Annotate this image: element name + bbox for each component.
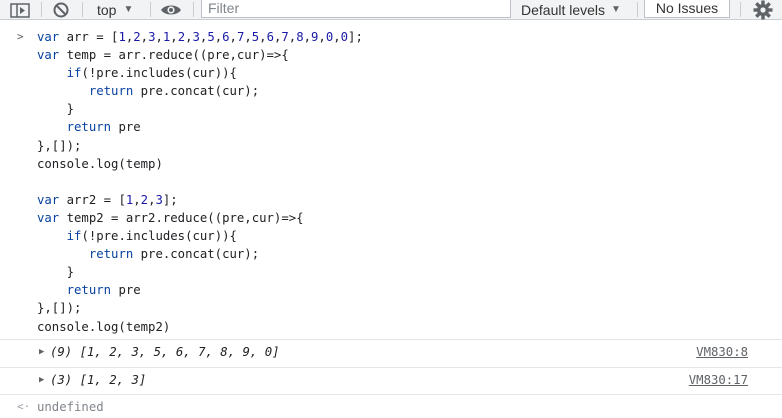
array-length: (9) [50, 345, 73, 359]
filter-placeholder: Filter [208, 0, 240, 16]
levels-label: Default levels [521, 1, 606, 18]
context-selector[interactable]: top ▼ [86, 0, 133, 19]
console-toolbar: top ▼ Filter Default levels ▼ No Issues [0, 0, 782, 20]
return-arrow-icon: <· [17, 400, 31, 413]
array-values: [1, 2, 3] [79, 373, 147, 387]
expand-triangle-icon[interactable]: ▶ [39, 375, 44, 385]
context-label: top [97, 1, 117, 18]
issues-label: No Issues [655, 0, 719, 16]
input-prompt-icon: > [17, 30, 24, 43]
chevron-down-icon: ▼ [611, 4, 621, 15]
return-value: undefined [37, 400, 104, 414]
show-sidebar-icon[interactable] [9, 0, 31, 19]
expand-triangle-icon[interactable]: ▶ [39, 347, 44, 357]
live-expression-eye-icon[interactable] [160, 0, 182, 19]
console-result-row: <· undefined [0, 394, 782, 418]
settings-gear-icon[interactable] [753, 0, 773, 19]
clear-console-icon[interactable] [52, 0, 70, 19]
source-link[interactable]: VM830:8 [696, 345, 748, 359]
logged-array[interactable]: (3) [1, 2, 3] [50, 373, 146, 387]
code-block: var arr = [1,2,3,1,2,3,5,6,7,5,6,7,8,9,0… [37, 30, 363, 334]
console-message-row: ▶ (3) [1, 2, 3] VM830:17 [0, 367, 782, 394]
console-message-row: ▶ (9) [1, 2, 3, 5, 6, 7, 8, 9, 0] VM830:… [0, 339, 782, 367]
log-levels-dropdown[interactable]: Default levels ▼ [521, 0, 621, 19]
filter-input[interactable]: Filter [201, 0, 511, 18]
source-link[interactable]: VM830:17 [689, 373, 748, 387]
chevron-down-icon: ▼ [123, 4, 134, 15]
array-values: [1, 2, 3, 5, 6, 7, 8, 9, 0] [79, 345, 280, 359]
array-length: (3) [50, 373, 73, 387]
logged-array[interactable]: (9) [1, 2, 3, 5, 6, 7, 8, 9, 0] [50, 345, 280, 359]
issues-button[interactable]: No Issues [644, 0, 730, 18]
